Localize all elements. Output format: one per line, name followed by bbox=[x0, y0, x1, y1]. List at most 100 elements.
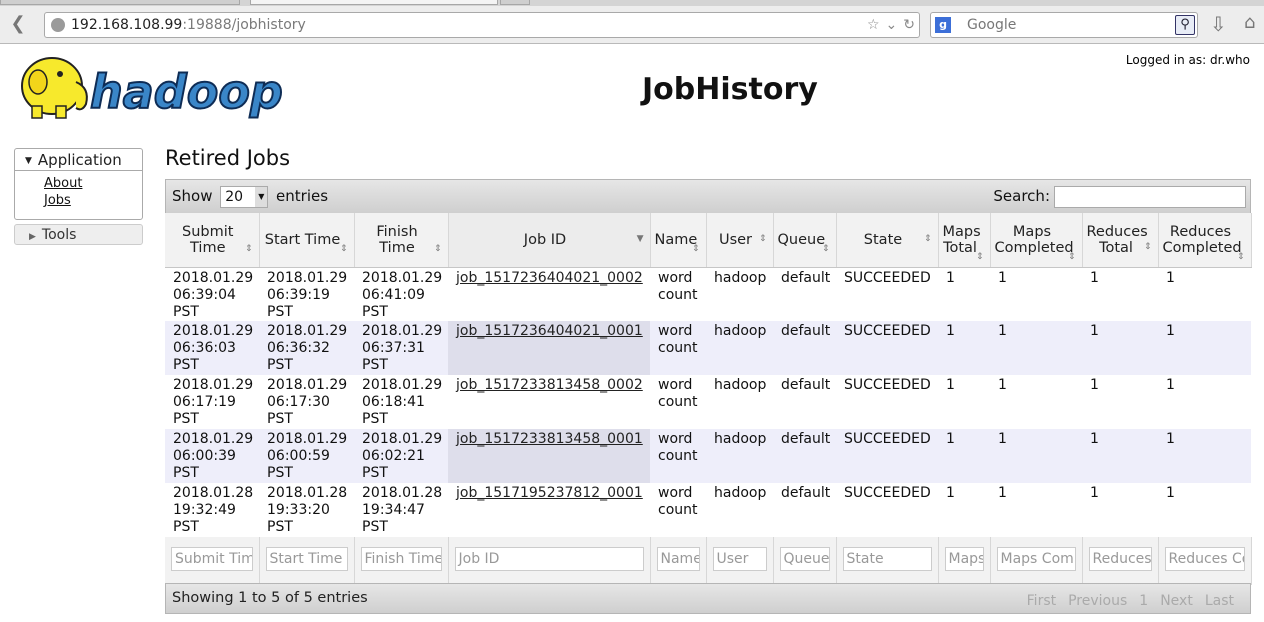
column-header-finish-time[interactable]: Finish Time ⇕ bbox=[354, 213, 449, 268]
reduces-total-cell: 1 bbox=[1082, 321, 1158, 375]
google-engine-icon[interactable]: g bbox=[935, 17, 951, 33]
finish-time-cell: 2018.01.29 06:02:21 PST bbox=[354, 429, 448, 483]
state-cell: SUCCEEDED bbox=[836, 375, 938, 429]
url-text: 192.168.108.99:19888/jobhistory bbox=[71, 17, 306, 33]
state-cell: SUCCEEDED bbox=[836, 483, 938, 537]
reduces-completed-cell: 1 bbox=[1158, 483, 1251, 537]
name-cell: word count bbox=[650, 321, 706, 375]
search-icon[interactable]: ⚲ bbox=[1175, 15, 1195, 35]
queue-cell: default bbox=[773, 375, 836, 429]
browser-tab-active[interactable] bbox=[250, 0, 498, 5]
state-cell: SUCCEEDED bbox=[836, 321, 938, 375]
filter-reduces-completed-input[interactable]: Reduces Co bbox=[1164, 547, 1245, 571]
column-header-reduces-total[interactable]: Reduces Total ⇕ bbox=[1082, 213, 1159, 268]
sort-icon: ⇕ bbox=[244, 243, 253, 254]
column-header-start-time[interactable]: Start Time ⇕ bbox=[259, 213, 355, 268]
column-header-reduces-completed[interactable]: Reduces Completed ⇕ bbox=[1158, 213, 1252, 268]
reduces-completed-cell: 1 bbox=[1158, 375, 1251, 429]
table-row: 2018.01.29 06:17:19 PST 2018.01.29 06:17:30… bbox=[165, 375, 1251, 429]
table-row: 2018.01.29 06:39:04 PST 2018.01.29 06:39:19… bbox=[165, 267, 1251, 321]
column-header-queue[interactable]: Queue ⇕ bbox=[773, 213, 837, 268]
job-id-link[interactable]: job_1517236404021_0002 bbox=[456, 270, 643, 286]
user-cell: hadoop bbox=[706, 267, 773, 321]
pager-next-button[interactable]: Next bbox=[1154, 589, 1199, 613]
submit-time-cell: 2018.01.28 19:32:49 PST bbox=[165, 483, 259, 537]
filter-finish-time-input[interactable]: Finish Time bbox=[360, 547, 442, 571]
finish-time-cell: 2018.01.29 06:37:31 PST bbox=[354, 321, 448, 375]
new-tab-button[interactable] bbox=[500, 0, 530, 5]
user-cell: hadoop bbox=[706, 483, 773, 537]
column-header-name[interactable]: Name ⇕ bbox=[650, 213, 707, 268]
reduces-completed-cell: 1 bbox=[1158, 429, 1251, 483]
user-cell: hadoop bbox=[706, 375, 773, 429]
application-nav-header[interactable]: ▼ Application bbox=[15, 149, 142, 171]
filter-state-input[interactable]: State bbox=[842, 547, 932, 571]
triangle-right-icon: ▶ bbox=[29, 232, 36, 242]
pager-page-1[interactable]: 1 bbox=[1133, 589, 1154, 613]
column-header-maps-total[interactable]: Maps Total ⇕ bbox=[938, 213, 991, 268]
queue-cell: default bbox=[773, 267, 836, 321]
sort-icon: ⇕ bbox=[1236, 251, 1245, 262]
filter-queue-input[interactable]: Queue bbox=[779, 547, 830, 571]
filter-maps-total-input[interactable]: Maps bbox=[944, 547, 984, 571]
column-header-user[interactable]: User ⇕ bbox=[706, 213, 774, 268]
page-length-select[interactable]: 20 ▼ bbox=[220, 185, 269, 208]
filter-reduces-total-input[interactable]: Reduces bbox=[1088, 547, 1152, 571]
sort-icon: ⇕ bbox=[691, 243, 700, 254]
start-time-cell: 2018.01.28 19:33:20 PST bbox=[259, 483, 354, 537]
column-header-state[interactable]: State ⇕ bbox=[836, 213, 939, 268]
reduces-total-cell: 1 bbox=[1082, 483, 1158, 537]
maps-completed-cell: 1 bbox=[990, 429, 1082, 483]
column-header-maps-completed[interactable]: Maps Completed ⇕ bbox=[990, 213, 1083, 268]
sort-icon: ⇕ bbox=[339, 243, 348, 254]
start-time-cell: 2018.01.29 06:39:19 PST bbox=[259, 267, 354, 321]
job-id-cell: job_1517233813458_0002 bbox=[448, 375, 650, 429]
filter-job-id-input[interactable]: Job ID bbox=[454, 547, 644, 571]
maps-total-cell: 1 bbox=[938, 375, 990, 429]
filter-submit-time-input[interactable]: Submit Time bbox=[171, 547, 253, 571]
address-bar[interactable]: 192.168.108.99:19888/jobhistory ☆ ⌄ ↻ bbox=[44, 12, 920, 38]
job-id-link[interactable]: job_1517236404021_0001 bbox=[456, 323, 643, 339]
sort-icon: ⇕ bbox=[433, 243, 442, 254]
tools-nav[interactable]: ▶ Tools bbox=[14, 224, 143, 245]
table-search-input[interactable] bbox=[1054, 185, 1246, 208]
tab-strip bbox=[0, 0, 1264, 6]
maps-total-cell: 1 bbox=[938, 483, 990, 537]
maps-total-cell: 1 bbox=[938, 429, 990, 483]
application-nav: ▼ Application About Jobs bbox=[14, 148, 143, 220]
reduces-total-cell: 1 bbox=[1082, 429, 1158, 483]
start-time-cell: 2018.01.29 06:36:32 PST bbox=[259, 321, 354, 375]
filter-start-time-input[interactable]: Start Time bbox=[265, 547, 348, 571]
download-icon[interactable]: ⇩ bbox=[1210, 12, 1227, 36]
filter-maps-completed-input[interactable]: Maps Comp bbox=[996, 547, 1076, 571]
job-id-link[interactable]: job_1517195237812_0001 bbox=[456, 485, 643, 501]
submit-time-cell: 2018.01.29 06:39:04 PST bbox=[165, 267, 259, 321]
maps-completed-cell: 1 bbox=[990, 267, 1082, 321]
start-time-cell: 2018.01.29 06:00:59 PST bbox=[259, 429, 354, 483]
browser-tab[interactable] bbox=[0, 0, 240, 5]
job-id-link[interactable]: job_1517233813458_0001 bbox=[456, 431, 643, 447]
pager-previous-button[interactable]: Previous bbox=[1062, 589, 1133, 613]
column-header-job-id[interactable]: Job ID ▼ bbox=[448, 213, 651, 268]
back-icon[interactable]: ❮ bbox=[4, 12, 32, 36]
sort-icon: ⇕ bbox=[1067, 251, 1076, 262]
sidebar-link-jobs[interactable]: Jobs bbox=[44, 192, 142, 209]
queue-cell: default bbox=[773, 321, 836, 375]
job-id-link[interactable]: job_1517233813458_0002 bbox=[456, 377, 643, 393]
name-cell: word count bbox=[650, 483, 706, 537]
history-dropdown-icon[interactable]: ⌄ bbox=[886, 17, 898, 33]
bookmark-star-icon[interactable]: ☆ bbox=[867, 17, 880, 33]
filter-name-input[interactable]: Name bbox=[656, 547, 700, 571]
pager-first-button[interactable]: First bbox=[1021, 589, 1062, 613]
column-header-submit-time[interactable]: Submit Time ⇕ bbox=[165, 213, 260, 268]
reload-icon[interactable]: ↻ bbox=[903, 17, 915, 33]
pager-last-button[interactable]: Last bbox=[1199, 589, 1240, 613]
maps-completed-cell: 1 bbox=[990, 321, 1082, 375]
sidebar-link-about[interactable]: About bbox=[44, 175, 142, 192]
search-bar[interactable]: g Google ⚲ bbox=[930, 12, 1198, 38]
submit-time-cell: 2018.01.29 06:36:03 PST bbox=[165, 321, 259, 375]
table-footer: Showing 1 to 5 of 5 entries First Previou… bbox=[165, 583, 1251, 614]
section-title: Retired Jobs bbox=[165, 146, 291, 170]
home-icon[interactable]: ⌂ bbox=[1244, 12, 1255, 33]
filter-user-input[interactable]: User bbox=[712, 547, 767, 571]
